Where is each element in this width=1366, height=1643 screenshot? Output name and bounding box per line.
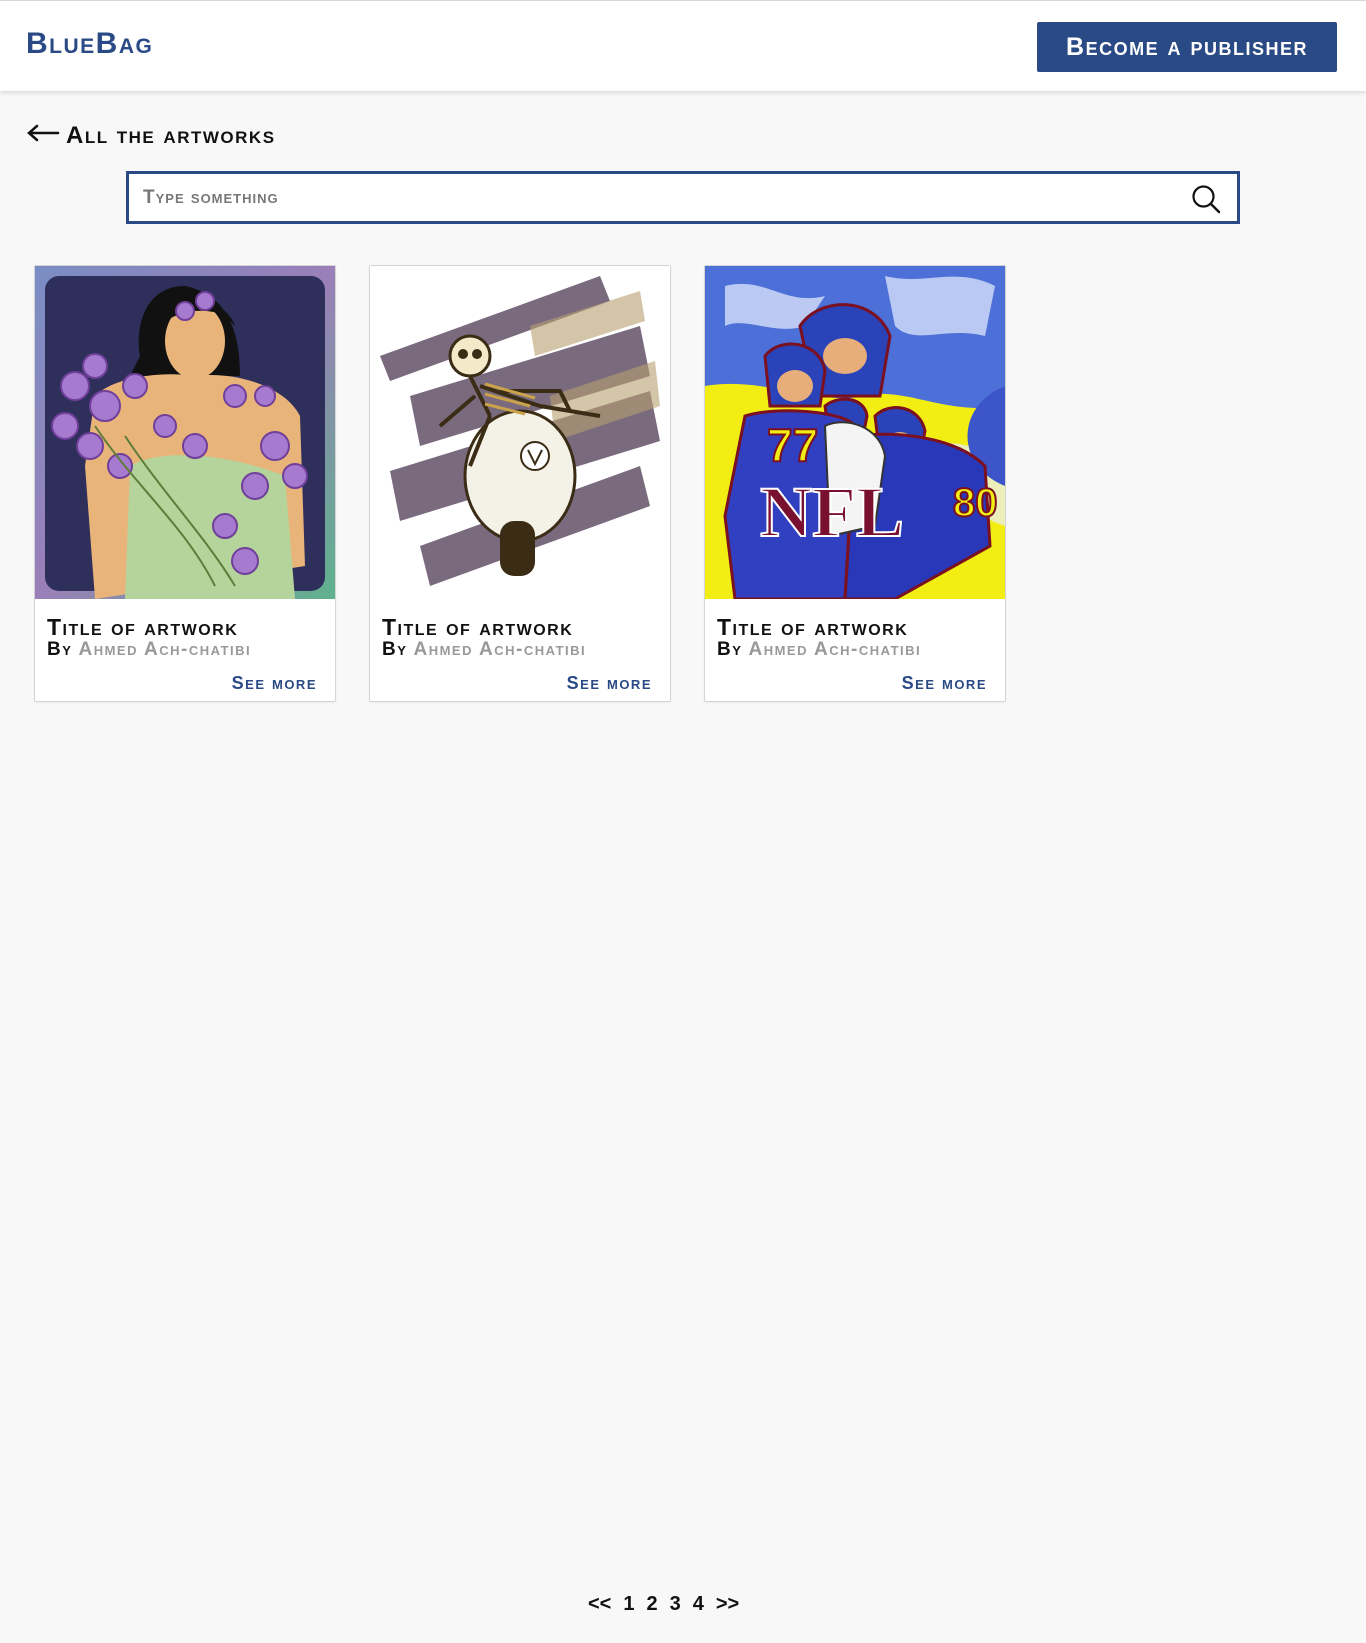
see-more-link[interactable]: See more: [232, 673, 317, 694]
artwork-byline: By Ahmed Ach-chatibi: [382, 639, 586, 661]
next-page-button[interactable]: >>: [716, 1593, 739, 1616]
artwork-byline: By Ahmed Ach-chatibi: [717, 639, 921, 661]
artwork-title: Title of artwork: [717, 614, 909, 640]
top-navbar: BlueBag Become a publisher: [0, 0, 1366, 91]
back-to-artworks-link[interactable]: All the artworks: [26, 122, 276, 150]
page-2-button[interactable]: 2: [646, 1593, 657, 1616]
pagination: << 1 2 3 4 >>: [588, 1593, 739, 1616]
artwork-byline: By Ahmed Ach-chatibi: [47, 639, 251, 661]
by-label: By: [47, 639, 73, 660]
artwork-image-nfl-players[interactable]: 77 80 NFL: [705, 266, 1005, 599]
artwork-title: Title of artwork: [47, 614, 239, 640]
artwork-card[interactable]: Title of artwork By Ahmed Ach-chatibi Se…: [369, 265, 671, 702]
artwork-author[interactable]: Ahmed Ach-chatibi: [78, 639, 251, 660]
artwork-author[interactable]: Ahmed Ach-chatibi: [413, 639, 586, 660]
page-1-button[interactable]: 1: [623, 1593, 634, 1616]
prev-page-button[interactable]: <<: [588, 1593, 611, 1616]
svg-text:80: 80: [953, 481, 998, 525]
page-3-button[interactable]: 3: [670, 1593, 681, 1616]
by-label: By: [382, 639, 408, 660]
arrow-left-icon: [26, 122, 60, 150]
search-bar: [126, 171, 1240, 224]
artwork-title: Title of artwork: [382, 614, 574, 640]
artwork-card[interactable]: 77 80 NFL Title of artwork By Ahmed Ach-…: [704, 265, 1006, 702]
page-4-button[interactable]: 4: [693, 1593, 704, 1616]
search-input[interactable]: [143, 174, 1163, 221]
artwork-image-skeleton-scooter[interactable]: [370, 266, 670, 599]
by-label: By: [717, 639, 743, 660]
nfl-text: NFL: [760, 472, 904, 552]
artwork-card[interactable]: Title of artwork By Ahmed Ach-chatibi Se…: [34, 265, 336, 702]
see-more-link[interactable]: See more: [567, 673, 652, 694]
become-publisher-button[interactable]: Become a publisher: [1037, 22, 1337, 72]
see-more-link[interactable]: See more: [902, 673, 987, 694]
search-icon[interactable]: [1191, 184, 1221, 214]
back-link-label: All the artworks: [66, 122, 276, 149]
artwork-image-woman-flowers[interactable]: [35, 266, 335, 599]
svg-text:77: 77: [767, 419, 818, 471]
brand-logo[interactable]: BlueBag: [26, 27, 153, 61]
artwork-author[interactable]: Ahmed Ach-chatibi: [748, 639, 921, 660]
